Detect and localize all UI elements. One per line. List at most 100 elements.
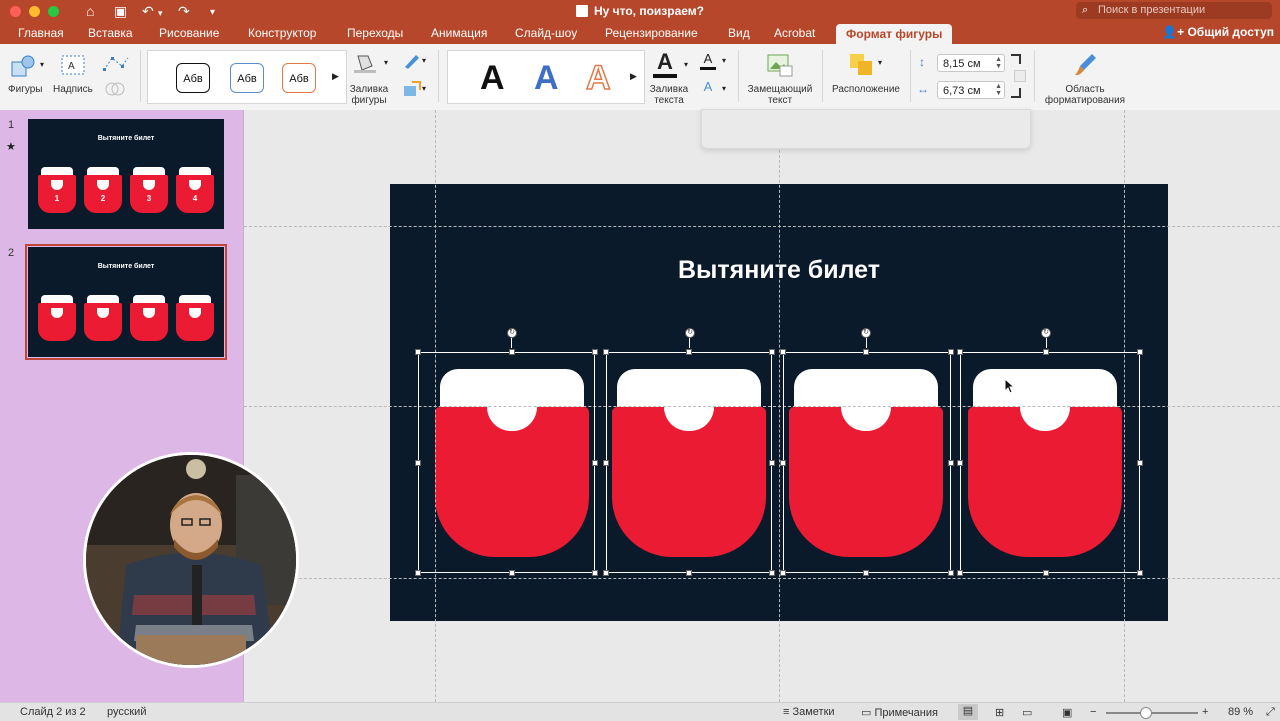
shape-style-2[interactable]: Абв bbox=[230, 63, 264, 93]
text-effects-icon[interactable]: A bbox=[700, 80, 716, 94]
arrange-dropdown-icon[interactable]: ▾ bbox=[878, 58, 882, 67]
size-dialog-launcher-icon[interactable] bbox=[1011, 54, 1021, 64]
zoom-level[interactable]: 89 % bbox=[1228, 706, 1253, 718]
alt-text-icon[interactable] bbox=[766, 52, 794, 78]
resize-handle[interactable] bbox=[948, 570, 954, 576]
resize-handle[interactable] bbox=[957, 349, 963, 355]
height-stepper-icon[interactable]: ▲ ▼ bbox=[995, 56, 1002, 70]
shape-fill-dropdown-icon[interactable]: ▾ bbox=[384, 58, 388, 67]
resize-handle[interactable] bbox=[592, 349, 598, 355]
notes-button[interactable]: ≡ Заметки bbox=[783, 706, 835, 718]
language-indicator[interactable]: русский bbox=[107, 706, 146, 718]
normal-view-icon[interactable]: ▤ bbox=[958, 704, 978, 720]
tab-home[interactable]: Главная bbox=[18, 25, 64, 41]
effects-dropdown-icon[interactable]: ▾ bbox=[422, 84, 426, 93]
resize-handle[interactable] bbox=[686, 349, 692, 355]
zoom-slider-track[interactable] bbox=[1106, 712, 1198, 714]
tab-acrobat[interactable]: Acrobat bbox=[774, 25, 815, 41]
resize-handle[interactable] bbox=[1043, 349, 1049, 355]
shapes-icon[interactable] bbox=[10, 54, 38, 78]
lock-aspect-icon[interactable] bbox=[1014, 70, 1026, 82]
wordart-style-blue[interactable]: A bbox=[534, 59, 559, 97]
resize-handle[interactable] bbox=[686, 570, 692, 576]
text-fill-icon[interactable]: A bbox=[652, 50, 678, 74]
tab-transitions[interactable]: Переходы bbox=[347, 25, 403, 41]
tab-view[interactable]: Вид bbox=[728, 25, 750, 41]
resize-handle[interactable] bbox=[769, 570, 775, 576]
text-outline-icon[interactable]: A bbox=[700, 52, 716, 66]
slide-sorter-icon[interactable]: ⊞ bbox=[995, 706, 1004, 719]
tab-insert[interactable]: Вставка bbox=[88, 25, 133, 41]
zoom-out-button[interactable]: − bbox=[1090, 706, 1096, 718]
resize-handle[interactable] bbox=[415, 349, 421, 355]
resize-handle[interactable] bbox=[780, 570, 786, 576]
shape-style-1[interactable]: Абв bbox=[176, 63, 210, 93]
resize-handle[interactable] bbox=[603, 349, 609, 355]
tab-design[interactable]: Конструктор bbox=[248, 25, 316, 41]
resize-handle[interactable] bbox=[415, 570, 421, 576]
resize-handle[interactable] bbox=[780, 349, 786, 355]
resize-handle[interactable] bbox=[1137, 570, 1143, 576]
edit-points-icon[interactable] bbox=[102, 54, 130, 76]
rotate-handle-icon[interactable]: ↻ bbox=[861, 328, 871, 338]
paintbrush-icon[interactable] bbox=[1072, 52, 1098, 78]
slide-thumbnail-2[interactable]: Вытяните билет bbox=[25, 244, 227, 360]
width-stepper-icon[interactable]: ▲ ▼ bbox=[995, 83, 1002, 97]
resize-handle[interactable] bbox=[863, 570, 869, 576]
rotate-handle-icon[interactable]: ↻ bbox=[1041, 328, 1051, 338]
resize-handle[interactable] bbox=[780, 460, 786, 466]
wordart-style-black[interactable]: A bbox=[480, 59, 505, 97]
pen-outline-icon[interactable] bbox=[402, 52, 422, 70]
rotate-handle-icon[interactable]: ↻ bbox=[507, 328, 517, 338]
resize-handle[interactable] bbox=[769, 349, 775, 355]
slideshow-view-icon[interactable]: ▣ bbox=[1062, 706, 1072, 719]
zoom-in-button[interactable]: + bbox=[1202, 706, 1208, 718]
tab-draw[interactable]: Рисование bbox=[159, 25, 219, 41]
comments-button[interactable]: ▭ Примечания bbox=[861, 706, 938, 719]
zoom-slider-thumb[interactable] bbox=[1140, 707, 1152, 719]
resize-handle[interactable] bbox=[592, 570, 598, 576]
rotate-handle-icon[interactable]: ↻ bbox=[685, 328, 695, 338]
shape-style-3[interactable]: Абв bbox=[282, 63, 316, 93]
resize-handle[interactable] bbox=[603, 570, 609, 576]
tab-animations[interactable]: Анимация bbox=[431, 25, 487, 41]
slide-thumbnail-1[interactable]: Вытяните билет 1 2 3 4 bbox=[28, 119, 224, 229]
resize-handle[interactable] bbox=[603, 460, 609, 466]
tab-slideshow[interactable]: Слайд-шоу bbox=[515, 25, 577, 41]
text-fill-dropdown-icon[interactable]: ▾ bbox=[684, 60, 688, 69]
resize-handle[interactable] bbox=[509, 570, 515, 576]
shapes-dropdown-icon[interactable]: ▾ bbox=[40, 60, 44, 69]
text-effects-dropdown-icon[interactable]: ▾ bbox=[722, 84, 726, 93]
paint-bucket-icon[interactable] bbox=[352, 52, 378, 74]
arrange-icon[interactable] bbox=[848, 52, 874, 76]
share-button[interactable]: 👤+ Общий доступ bbox=[1162, 25, 1274, 39]
resize-handle[interactable] bbox=[1137, 349, 1143, 355]
wordart-style-orange-outline[interactable]: A bbox=[585, 58, 611, 98]
vertical-guide[interactable] bbox=[779, 110, 780, 702]
resize-handle[interactable] bbox=[1043, 570, 1049, 576]
gallery-more-icon[interactable]: ▶ bbox=[332, 71, 339, 82]
resize-handle[interactable] bbox=[957, 570, 963, 576]
resize-handle[interactable] bbox=[863, 349, 869, 355]
resize-handle[interactable] bbox=[1137, 460, 1143, 466]
wordart-more-icon[interactable]: ▶ bbox=[630, 71, 637, 82]
resize-handle[interactable] bbox=[509, 349, 515, 355]
reading-view-icon[interactable]: ▭ bbox=[1022, 706, 1032, 719]
text-outline-dropdown-icon[interactable]: ▾ bbox=[722, 56, 726, 65]
textbox-icon[interactable]: A bbox=[60, 54, 86, 78]
resize-handle[interactable] bbox=[957, 460, 963, 466]
resize-handle[interactable] bbox=[948, 460, 954, 466]
search-input[interactable]: ⌕ Поиск в презентации bbox=[1076, 2, 1272, 19]
shape-height-field[interactable]: 8,15 см ▲ ▼ bbox=[937, 54, 1005, 72]
merge-shapes-icon[interactable] bbox=[104, 80, 126, 98]
fit-to-window-icon[interactable]: ⤢ bbox=[1266, 706, 1275, 719]
resize-handle[interactable] bbox=[592, 460, 598, 466]
resize-handle[interactable] bbox=[948, 349, 954, 355]
shape-effects-icon[interactable] bbox=[402, 80, 422, 98]
shape-width-field[interactable]: 6,73 см ▲ ▼ bbox=[937, 81, 1005, 99]
tab-review[interactable]: Рецензирование bbox=[605, 25, 698, 41]
resize-handle[interactable] bbox=[415, 460, 421, 466]
tab-shape-format[interactable]: Формат фигуры bbox=[836, 24, 953, 46]
outline-dropdown-icon[interactable]: ▾ bbox=[422, 56, 426, 65]
resize-handle[interactable] bbox=[769, 460, 775, 466]
